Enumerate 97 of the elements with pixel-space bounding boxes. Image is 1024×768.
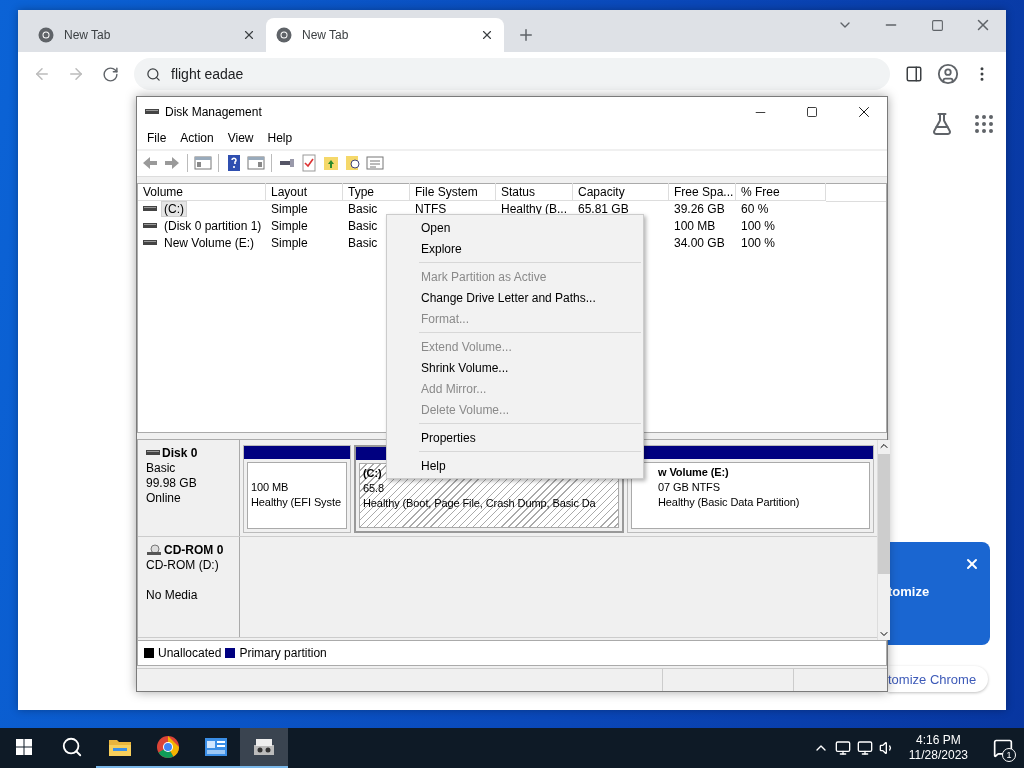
- disk-info: CD-ROM (D:): [146, 557, 220, 573]
- partition-name: w Volume (E:): [658, 464, 729, 480]
- partition-info: 65.8: [363, 480, 385, 496]
- table-cell: 100 MB: [674, 219, 716, 234]
- column-header[interactable]: Capacity: [573, 183, 669, 202]
- clock[interactable]: 4:16 PM 11/28/2023: [900, 733, 976, 763]
- table-cell: Simple: [271, 219, 308, 234]
- partition-name: (C:): [363, 465, 382, 481]
- column-header[interactable]: Free Spa...: [669, 183, 736, 202]
- column-header[interactable]: % Free: [736, 183, 826, 202]
- address-bar[interactable]: flight eadae: [134, 58, 890, 90]
- console-tree-icon[interactable]: [194, 154, 212, 173]
- browser-tab[interactable]: New Tab: [266, 18, 504, 52]
- drive-icon: [143, 222, 157, 231]
- table-cell[interactable]: (C:): [161, 201, 187, 218]
- menu-item[interactable]: Change Drive Letter and Paths...: [387, 287, 643, 308]
- magnifier-icon[interactable]: [344, 154, 362, 173]
- partition-info: 100 MB: [251, 479, 290, 495]
- table-cell: Simple: [271, 202, 308, 217]
- search-icon: [146, 66, 161, 82]
- tab-title: New Tab: [302, 28, 350, 42]
- browser-logo-icon: [276, 27, 292, 43]
- menu-item[interactable]: Action: [173, 130, 221, 145]
- help-icon[interactable]: [225, 154, 243, 173]
- disk-info: Online: [146, 490, 182, 506]
- start-icon[interactable]: [16, 739, 32, 755]
- legend-label: Primary partition: [239, 646, 327, 661]
- address-text: flight eadae: [171, 66, 244, 82]
- new-tab-icon[interactable]: [517, 26, 535, 44]
- drive-icon: [146, 449, 160, 458]
- apps-grid-icon[interactable]: [972, 112, 996, 136]
- disk-info: 99.98 GB: [146, 475, 198, 491]
- maximize-icon[interactable]: [930, 18, 944, 32]
- taskbar-app[interactable]: [240, 728, 288, 768]
- column-header[interactable]: File System: [410, 183, 496, 202]
- menu-item[interactable]: Help: [260, 130, 300, 145]
- window-title: Disk Management: [165, 105, 263, 119]
- disk-status: No Media: [146, 587, 199, 603]
- disk-name: Disk 0: [146, 445, 231, 461]
- table-cell: 60 %: [741, 202, 769, 217]
- drive-icon: [143, 239, 157, 248]
- menu-item[interactable]: Explore: [387, 238, 643, 259]
- table-cell: NTFS: [415, 202, 447, 217]
- table-cell: 100 %: [741, 236, 776, 251]
- reload-icon[interactable]: [101, 65, 119, 83]
- table-cell: Basic: [348, 236, 378, 251]
- drive-icon: [143, 205, 157, 214]
- browser-logo-icon: [38, 27, 54, 43]
- table-cell[interactable]: (Disk 0 partition 1): [161, 218, 265, 235]
- side-panel-icon[interactable]: [905, 65, 923, 83]
- monitor-icon[interactable]: [856, 740, 873, 756]
- partition-info: Healthy (Basic Data Partition): [658, 494, 801, 510]
- table-cell: Healthy (B...: [501, 202, 568, 217]
- browser-tab[interactable]: New Tab: [28, 18, 266, 52]
- notification-icon[interactable]: [993, 738, 1013, 758]
- table-cell: 100 %: [741, 219, 776, 234]
- action-pane-icon[interactable]: [247, 154, 265, 173]
- disk-info: Basic: [146, 460, 177, 476]
- search-icon[interactable]: [61, 736, 83, 758]
- table-cell: 39.26 GB: [674, 202, 725, 217]
- menu-item[interactable]: File: [140, 130, 174, 145]
- menu-item[interactable]: Open: [387, 217, 643, 238]
- checklist-icon[interactable]: [300, 154, 318, 173]
- folder-icon: [108, 737, 132, 757]
- table-cell: Basic: [348, 202, 378, 217]
- partition[interactable]: 100 MB Healthy (EFI Syste: [243, 444, 351, 533]
- table-cell: 65.81 GB: [578, 202, 629, 217]
- tab-title: New Tab: [64, 28, 112, 42]
- partition-info: Healthy (EFI Syste: [251, 494, 342, 510]
- legend-label: Unallocated: [158, 646, 222, 661]
- folder-up-icon[interactable]: [322, 154, 340, 173]
- flask-icon[interactable]: [930, 112, 954, 136]
- scrollbar[interactable]: [877, 439, 890, 641]
- table-cell: Basic: [348, 219, 378, 234]
- menu-item[interactable]: View: [220, 130, 261, 145]
- browser-logo-icon: [156, 735, 180, 759]
- partition-info: 07 GB NTFS: [658, 479, 721, 495]
- cd-icon: [146, 544, 162, 557]
- column-header[interactable]: Status: [496, 183, 573, 202]
- partition[interactable]: w Volume (E:) 07 GB NTFS Healthy (Basic Data Partition): [627, 444, 874, 533]
- profile-icon[interactable]: [937, 63, 959, 85]
- close-icon[interactable]: [480, 28, 494, 42]
- menu-item[interactable]: Shrink Volume...: [387, 357, 643, 378]
- maximize-icon[interactable]: [806, 106, 818, 118]
- table-cell: Simple: [271, 236, 308, 251]
- table-cell: 34.00 GB: [674, 236, 725, 251]
- disk-name: CD-ROM 0: [146, 542, 231, 558]
- notification-count: 1: [1002, 748, 1016, 762]
- close-icon[interactable]: [242, 28, 256, 42]
- disk-management-icon: [145, 108, 159, 116]
- customize-link[interactable]: tomize Chrome: [888, 666, 988, 692]
- disk-drive-icon: [252, 737, 276, 757]
- partition-info: Healthy (Boot, Page File, Crash Dump, Basic Da: [363, 495, 597, 511]
- table-cell[interactable]: New Volume (E:): [161, 235, 258, 252]
- window-app-icon: [204, 737, 228, 757]
- column-header[interactable]: Type: [343, 183, 410, 202]
- column-header[interactable]: Layout: [266, 183, 343, 202]
